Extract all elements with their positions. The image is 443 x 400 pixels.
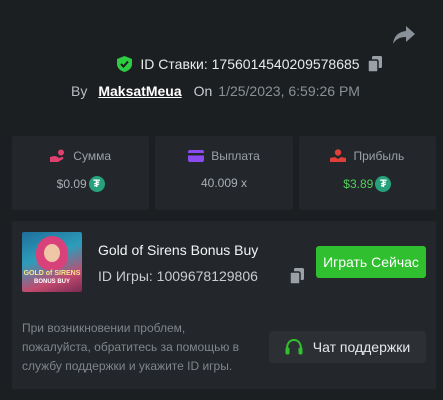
tether-icon: ₮ [88,176,105,192]
profit-hand-icon [330,149,347,162]
stat-amount-value: $0.09 [56,177,87,191]
headset-icon [285,339,303,355]
game-title: Gold of Sirens Bonus Buy [98,242,259,258]
stat-profit: Прибыль $3.89 ₮ [298,136,436,210]
siren-face-shape [44,244,60,262]
coins-hand-icon [50,149,65,162]
bet-id-value: 1756014540209578685 [211,56,360,72]
thumb-logo-subtitle: BONUS BUY [33,279,70,285]
copy-icon[interactable] [367,56,382,72]
support-help-text: При возникновении проблем, пожалуйста, о… [22,321,240,373]
bet-stats: Сумма $0.09 ₮ Выплата 40.009 x Прибыль $… [12,136,436,210]
stat-payout-label: Выплата [211,149,260,163]
support-chat-button[interactable]: Чат поддержки [269,331,426,363]
tether-icon: ₮ [375,176,392,192]
on-label: On [193,83,213,99]
stat-amount: Сумма $0.09 ₮ [12,136,150,210]
stat-payout-value: 40.009 x [200,176,248,190]
bet-id-label: ID Ставки: [140,56,208,72]
share-arrow-icon[interactable] [392,24,416,46]
support-chat-label: Чат поддержки [312,339,411,355]
play-now-button[interactable]: Играть Сейчас [316,246,426,278]
stat-amount-label: Сумма [73,149,112,163]
wallet-card-icon [188,150,205,162]
username-link[interactable]: MaksatMeua [98,83,181,99]
bet-id-row: ID Ставки: 1756014540209578685 [0,53,443,75]
game-id: ID Игры: 1009678129806 [98,268,258,284]
game-thumbnail[interactable]: GOLD of SIRENS BONUS BUY [22,232,82,292]
game-card: GOLD of SIRENS BONUS BUY Gold of Sirens … [12,221,436,389]
bet-datetime: 1/25/2023, 6:59:26 PM [218,83,360,99]
author-row: By MaksatMeua On 1/25/2023, 6:59:26 PM [71,81,360,101]
stat-profit-label: Прибыль [353,149,405,163]
by-label: By [71,83,88,99]
stat-profit-value: $3.89 [343,177,374,191]
thumb-logo-title: GOLD of SIRENS [23,270,81,277]
copy-icon[interactable] [290,268,304,284]
shield-check-icon [117,56,133,72]
stat-payout: Выплата 40.009 x [155,136,293,210]
